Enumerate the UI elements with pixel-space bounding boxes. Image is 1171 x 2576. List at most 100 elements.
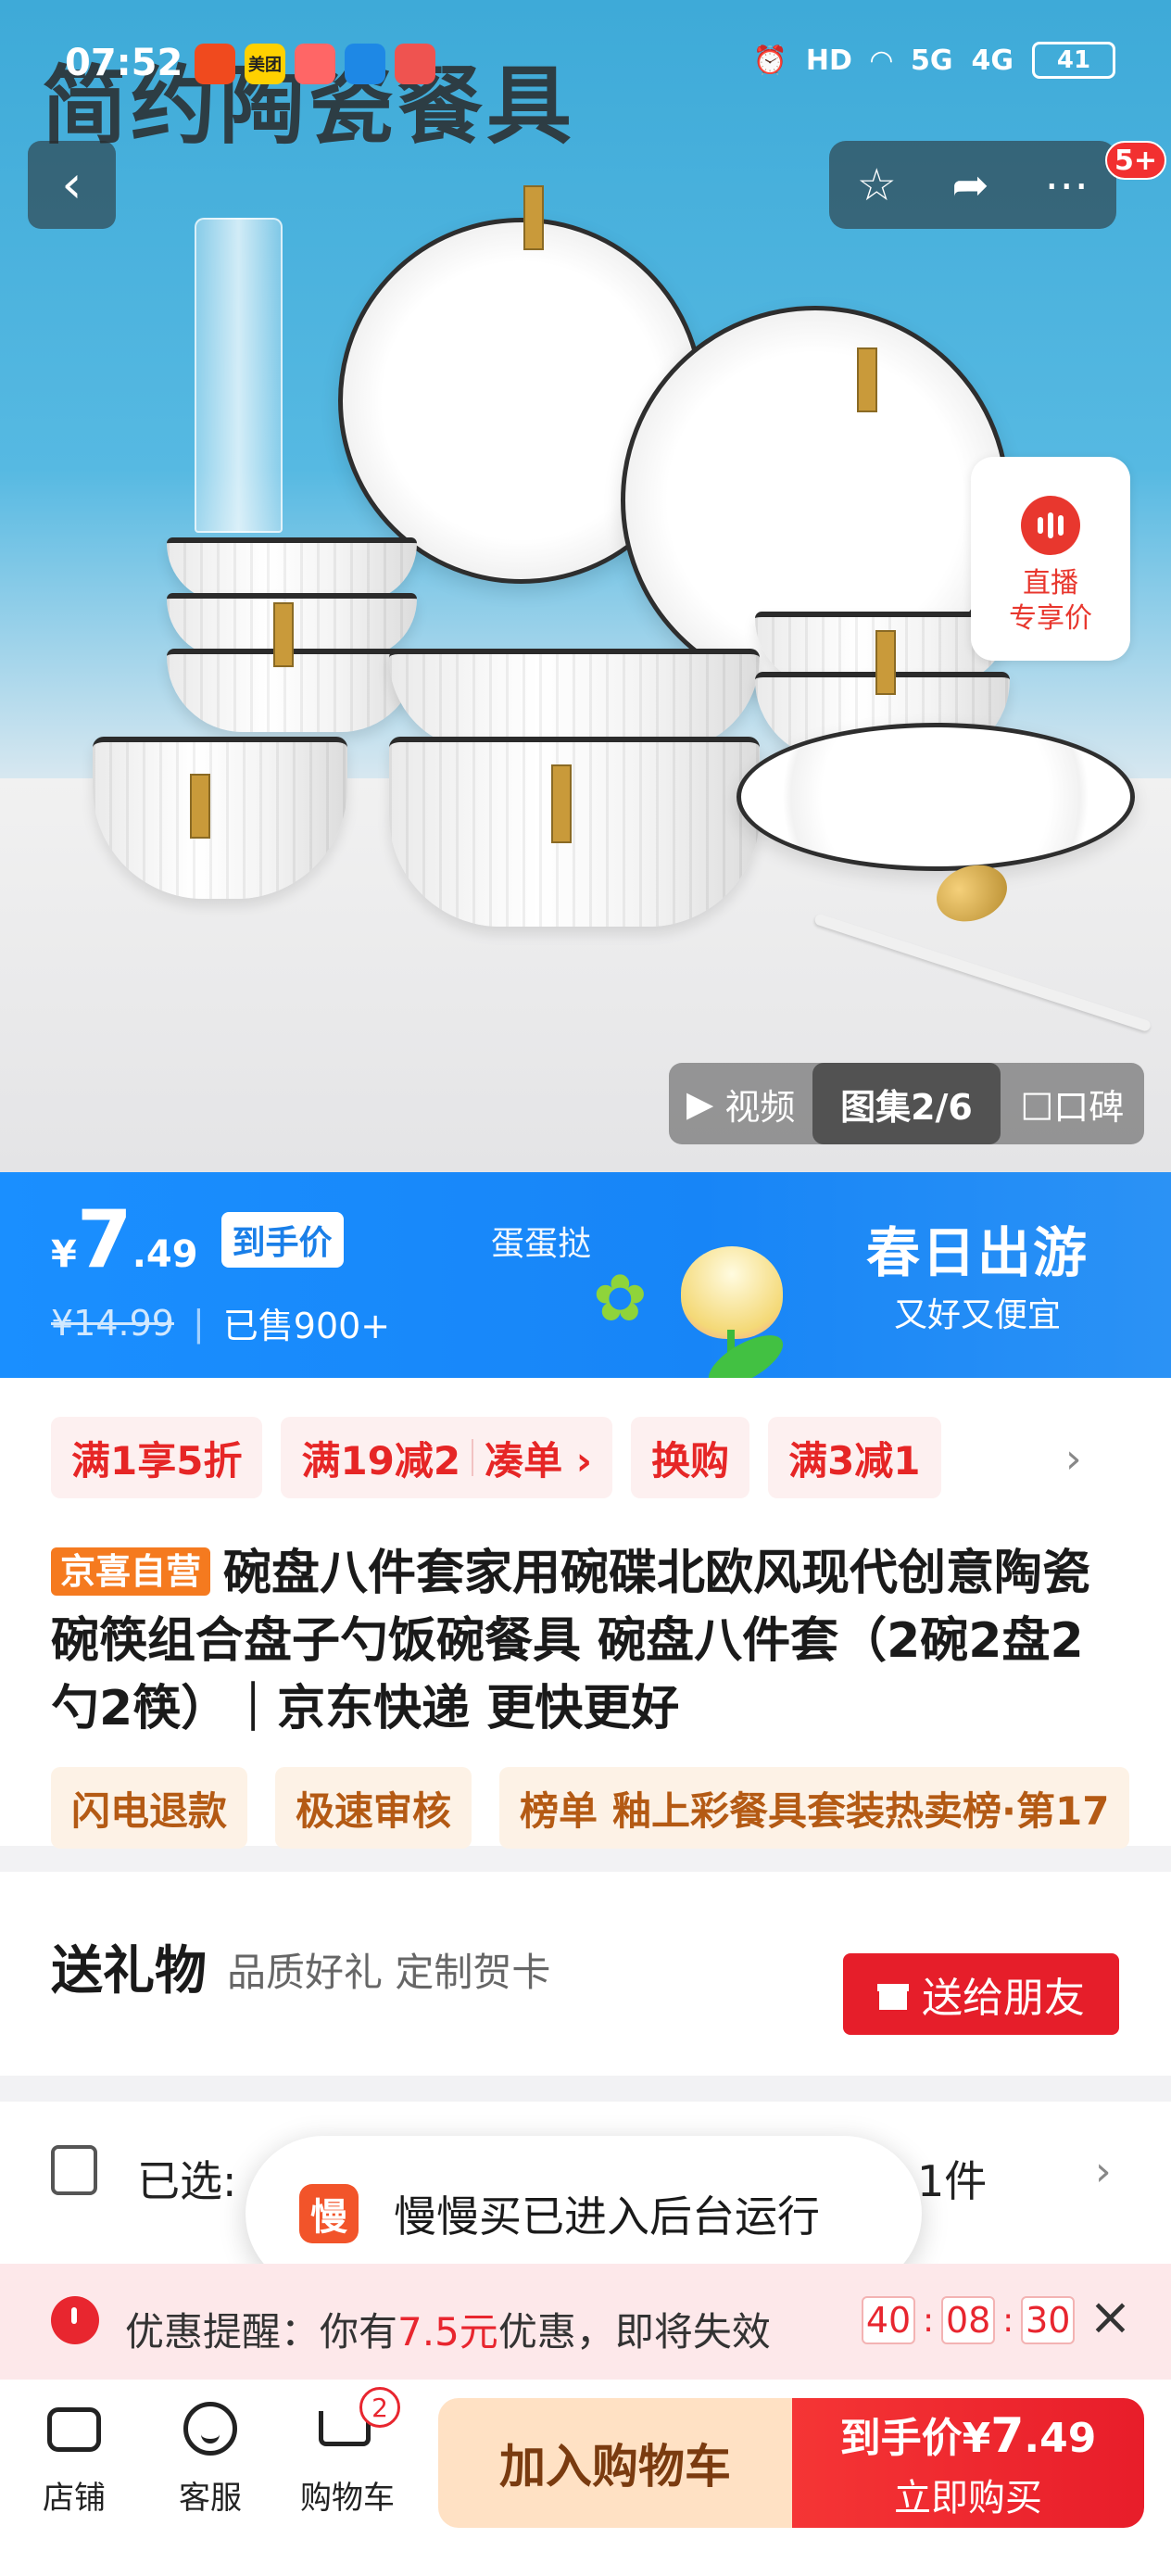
clock-icon — [51, 2296, 99, 2344]
nav-cart[interactable]: 2 购物车 — [292, 2387, 403, 2518]
feature-chip[interactable]: 极速审核 — [275, 1767, 472, 1849]
buy-price-decimal: .49 — [1024, 2415, 1097, 2462]
countdown-hours: 40 — [862, 2296, 915, 2344]
bottom-action-bar: 店铺 客服 2 购物车 加入购物车 到手价¥7.49 立即购买 — [0, 2380, 1171, 2576]
store-icon — [44, 2398, 105, 2456]
header-actions: ☆ ➦ ⋯ — [829, 141, 1116, 229]
bowl-label — [190, 774, 210, 839]
plate-label — [857, 347, 877, 412]
promo-divider — [472, 1439, 474, 1476]
manmanmai-app-icon: 慢 — [299, 2184, 359, 2243]
promo-chip[interactable]: 满3减1 — [768, 1417, 941, 1498]
ranking-detail: 釉上彩餐具套装热卖榜·第17 — [612, 1787, 1110, 1834]
campaign-subtitle: 又好又便宜 — [894, 1296, 1062, 1334]
toast-message: 慢慢买已进入后台运行 — [394, 2191, 820, 2241]
ranking-label: 榜单 — [520, 1787, 598, 1834]
send-to-friend-button[interactable]: 送给朋友 — [843, 1953, 1119, 2035]
promo-chip[interactable]: 满1享5折 — [51, 1417, 263, 1498]
promo-more-chevron-icon[interactable]: › — [1065, 1435, 1082, 1483]
clover-decoration: ✿ — [593, 1260, 648, 1336]
gift-icon — [877, 1978, 909, 2010]
live-bars-icon — [1021, 496, 1080, 555]
gift-section: 送礼物 品质好礼 定制贺卡 送给朋友 — [0, 1872, 1171, 2076]
price-separator: | — [192, 1302, 205, 1344]
bowl-center-top — [389, 649, 760, 751]
campaign-title: 春日出游 — [866, 1221, 1089, 1284]
nav-service-label: 客服 — [179, 2480, 242, 2517]
bowl-center-bottom — [389, 737, 760, 927]
media-switcher: ▶ 视频 图集2/6 □ 口碑 — [669, 1063, 1144, 1144]
reminder-suffix: 优惠，即将失效 — [497, 2309, 771, 2355]
plate-right-stack — [737, 723, 1135, 871]
tab-video[interactable]: ▶ 视频 — [669, 1063, 812, 1144]
price-banner: ¥ 7 .49 到手价 ¥14.99 | 已售900+ 蛋蛋挞 ✿ 春日出游 又… — [0, 1172, 1171, 1378]
notification-app-icon — [195, 44, 235, 84]
nav-customer-service[interactable]: 客服 — [155, 2398, 266, 2518]
nav-store-label: 店铺 — [43, 2480, 106, 2517]
price-decimal: .49 — [132, 1233, 198, 1276]
feature-row: 闪电退款 极速审核 榜单 釉上彩餐具套装热卖榜·第17 — [51, 1767, 1130, 1849]
alarm-icon: ⏰ — [752, 44, 787, 77]
original-price: ¥14.99 — [51, 1302, 174, 1344]
status-app-icons: 美团 — [195, 44, 435, 84]
countdown-timer: 40 : 08 : 30 — [862, 2296, 1076, 2344]
promo-chip[interactable]: 满19减2 凑单 › — [281, 1417, 613, 1498]
favorite-star-icon[interactable]: ☆ — [857, 159, 897, 211]
store-icon-shape — [47, 2407, 101, 2452]
nav-store[interactable]: 店铺 — [19, 2398, 130, 2518]
buy-now-price: 到手价¥7.49 — [840, 2405, 1097, 2464]
buy-now-label: 立即购买 — [894, 2477, 1042, 2519]
service-icon — [180, 2398, 241, 2456]
countdown-minutes: 08 — [941, 2296, 996, 2344]
cart-count-badge: 2 — [359, 2387, 400, 2428]
bowl-label — [875, 630, 896, 695]
buy-now-button[interactable]: 到手价¥7.49 立即购买 — [792, 2398, 1144, 2528]
tab-reviews-label: 口碑 — [1053, 1086, 1125, 1128]
live-exclusive-price-button[interactable]: 直播 专享价 — [971, 457, 1130, 661]
promo-add-on-link[interactable]: 凑单 › — [485, 1430, 592, 1486]
add-to-cart-button[interactable]: 加入购物车 — [438, 2398, 792, 2528]
signal-5g-icon: 5G — [911, 44, 953, 77]
reminder-amount: 7.5元 — [397, 2309, 498, 2355]
store-type-badge: 京喜自营 — [51, 1547, 211, 1596]
buy-price-integer: 7 — [990, 2408, 1025, 2464]
wine-glass — [195, 218, 283, 533]
ranking-chip[interactable]: 榜单 釉上彩餐具套装热卖榜·第17 — [499, 1767, 1130, 1849]
product-info-card: 满1享5折 满19减2 凑单 › 换购 满3减1 › 京喜自营 碗盘八件套家用碗碟… — [0, 1378, 1171, 1849]
notification-app-icon — [295, 44, 335, 84]
sold-count: 已售900+ — [222, 1306, 391, 1346]
live-label: 直播 专享价 — [1009, 566, 1092, 637]
notification-app-icon — [345, 44, 385, 84]
bowl-label — [551, 764, 572, 843]
countdown-seconds: 30 — [1021, 2296, 1076, 2344]
status-indicators: ⏰ HD ◠ 5G 4G 41 — [753, 42, 1115, 79]
hd-icon: HD — [805, 44, 852, 77]
cart-icon: 2 — [317, 2387, 400, 2456]
meituan-app-icon: 美团 — [245, 44, 285, 84]
promo-row: 满1享5折 满19减2 凑单 › 换购 满3减1 — [51, 1417, 941, 1498]
spec-icon — [51, 2145, 97, 2195]
back-button[interactable]: ‹ — [28, 141, 116, 229]
wifi-icon: ◠ — [870, 44, 892, 77]
nav-cart-label: 购物车 — [300, 2480, 395, 2517]
countdown-colon: : — [923, 2301, 935, 2340]
final-price: ¥ 7 .49 到手价 — [51, 1200, 344, 1281]
live-label-line1: 直播 — [1023, 567, 1078, 600]
promo-chip-label: 满19减2 — [301, 1437, 461, 1484]
original-price-line: ¥14.99 | 已售900+ — [51, 1297, 390, 1348]
status-bar: 07:52 美团 ⏰ HD ◠ 5G 4G 41 — [0, 42, 1171, 97]
promo-chip[interactable]: 换购 — [631, 1417, 750, 1498]
message-count-badge: 5+ — [1105, 141, 1167, 180]
bowl-label — [273, 602, 294, 667]
plate-label — [523, 185, 544, 250]
share-icon[interactable]: ➦ — [951, 159, 988, 211]
feature-chip[interactable]: 闪电退款 — [51, 1767, 248, 1849]
status-time: 07:52 — [65, 42, 183, 84]
tab-gallery[interactable]: 图集2/6 — [812, 1063, 1001, 1144]
tab-reviews[interactable]: □ 口碑 — [1001, 1063, 1144, 1144]
close-icon[interactable]: × — [1089, 2287, 1132, 2347]
reminder-text: 优惠提醒：你有7.5元优惠，即将失效 — [125, 2301, 771, 2357]
product-image-gallery[interactable]: 简约陶瓷餐具 07:52 美团 ⏰ HD ◠ 5G 4G 41 ‹ ☆ ➦ ⋯ … — [0, 0, 1171, 1172]
price-currency: ¥ — [51, 1233, 77, 1276]
more-icon[interactable]: ⋯ — [1044, 159, 1089, 211]
